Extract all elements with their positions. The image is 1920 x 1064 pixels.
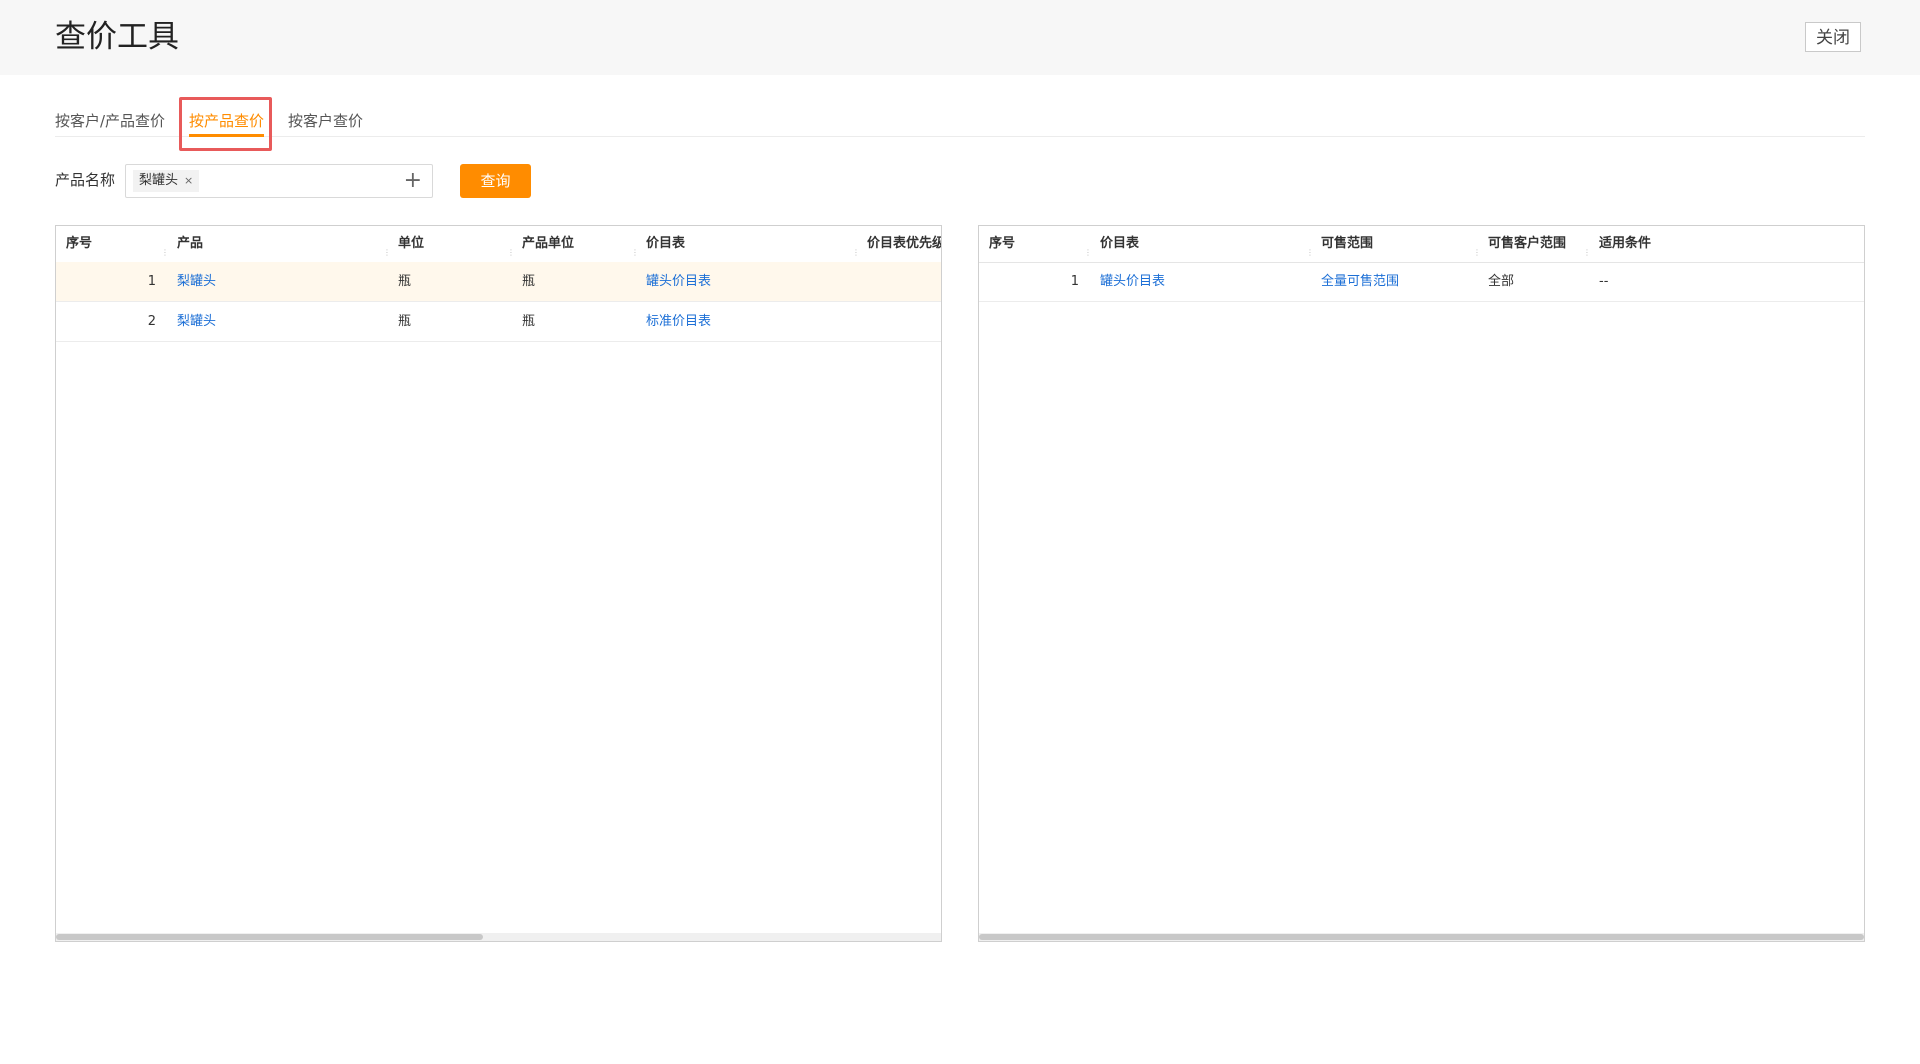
column-divider-icon: ⋮ [1583,248,1591,257]
col-header-index: 序号 [989,236,1016,251]
scrollbar-thumb[interactable] [56,934,483,940]
col-header-product-unit: 产品单位 [522,236,575,251]
product-tag: 梨罐头 × [133,170,200,192]
column-divider-icon: ⋮ [631,248,639,257]
close-button[interactable]: 关闭 [1805,22,1861,52]
table-row[interactable]: 1 罐头价目表 全量可售范围 全部 -- [979,262,1864,302]
horizontal-scrollbar[interactable] [979,933,1864,941]
col-header-sale-scope: 可售范围 [1321,236,1374,251]
cell-condition: -- [1599,274,1609,289]
column-divider-icon: ⋮ [1306,248,1314,257]
cell-unit: 瓶 [398,314,412,329]
cell-index: 2 [147,314,156,329]
product-price-table: 序号 ⋮ 产品 ⋮ 单位 ⋮ 产品单位 ⋮ 价目表 ⋮ 价目表优先级 1 梨罐头… [55,225,942,942]
table-header: 序号 ⋮ 产品 ⋮ 单位 ⋮ 产品单位 ⋮ 价目表 ⋮ 价目表优先级 [56,226,941,263]
col-header-customer-scope: 可售客户范围 [1488,236,1567,251]
horizontal-scrollbar[interactable] [56,933,941,941]
price-list-link[interactable]: 罐头价目表 [1100,262,1165,301]
product-link[interactable]: 梨罐头 [177,262,216,301]
column-divider-icon: ⋮ [507,248,515,257]
column-divider-icon: ⋮ [1473,248,1481,257]
cell-product-unit: 瓶 [522,314,536,329]
price-list-link[interactable]: 罐头价目表 [646,262,711,301]
product-tag-label: 梨罐头 [139,173,179,188]
col-header-product: 产品 [177,236,204,251]
table-header: 序号 ⋮ 价目表 ⋮ 可售范围 ⋮ 可售客户范围 ⋮ 适用条件 [979,226,1864,263]
column-divider-icon: ⋮ [852,248,860,257]
product-link[interactable]: 梨罐头 [177,302,216,341]
price-list-link[interactable]: 标准价目表 [646,302,711,341]
add-product-icon[interactable]: + [404,168,422,194]
col-header-unit: 单位 [398,236,425,251]
tab-highlight-box [179,97,272,151]
cell-index: 1 [1070,274,1079,289]
table-row[interactable]: 2 梨罐头 瓶 瓶 标准价目表 [56,302,941,342]
product-name-label: 产品名称 [55,171,116,189]
col-header-price-list: 价目表 [1100,236,1140,251]
tag-remove-icon[interactable]: × [184,174,193,187]
cell-product-unit: 瓶 [522,274,536,289]
cell-customer-scope: 全部 [1488,274,1515,289]
tab-by-customer[interactable]: 按客户查价 [288,111,363,131]
column-divider-icon: ⋮ [383,248,391,257]
col-header-condition: 适用条件 [1599,236,1652,251]
column-divider-icon: ⋮ [1084,248,1092,257]
cell-index: 1 [147,274,156,289]
column-divider-icon: ⋮ [161,248,169,257]
sale-scope-link[interactable]: 全量可售范围 [1321,262,1399,301]
tab-by-customer-product[interactable]: 按客户/产品查价 [55,111,165,131]
dialog-title: 查价工具 [55,19,179,55]
col-header-index: 序号 [66,236,93,251]
dialog-header: 查价工具 关闭 [0,0,1920,75]
scrollbar-thumb[interactable] [979,934,1864,940]
product-name-input[interactable]: 梨罐头 × + [125,164,433,198]
col-header-price-list: 价目表 [646,236,686,251]
table-row[interactable]: 1 梨罐头 瓶 瓶 罐头价目表 [56,262,941,302]
col-header-price-list-priority: 价目表优先级 [867,236,942,251]
cell-unit: 瓶 [398,274,412,289]
tab-bar: 按客户/产品查价 按产品查价 按客户查价 [55,96,1865,137]
query-button[interactable]: 查询 [460,164,531,198]
price-list-detail-table: 序号 ⋮ 价目表 ⋮ 可售范围 ⋮ 可售客户范围 ⋮ 适用条件 1 罐头价目表 … [978,225,1865,942]
